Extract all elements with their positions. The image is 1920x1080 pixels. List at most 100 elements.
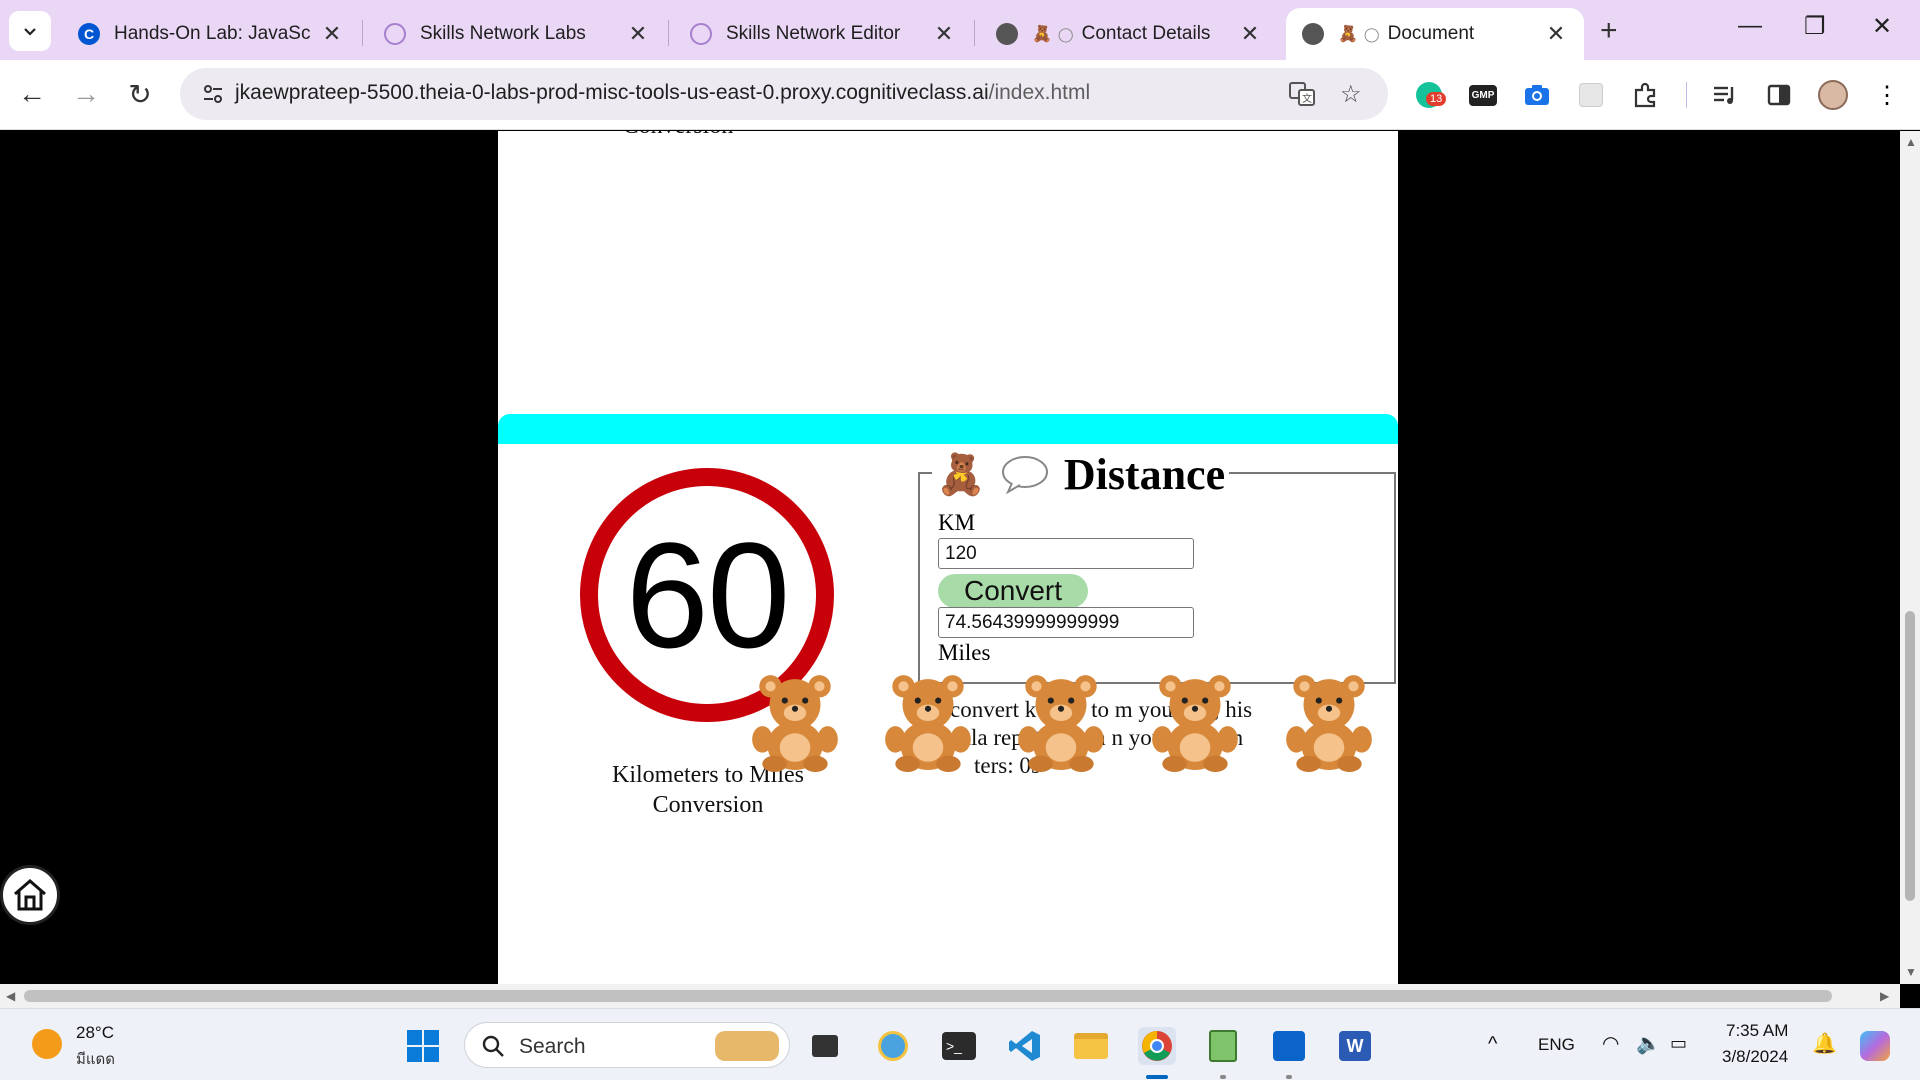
show-hidden-icons-chevron-icon[interactable]: ^ [1488,1033,1497,1056]
miles-label: Miles [938,640,991,665]
weather-sun-icon[interactable] [32,1029,62,1059]
vertical-scrollbar[interactable]: ▲ ▼ [1900,131,1920,984]
weather-temperature[interactable]: 28°C [76,1023,114,1043]
camera-extension-icon[interactable] [1522,80,1552,110]
windows-logo-icon [407,1030,439,1062]
taskbar-search[interactable]: Search [464,1022,790,1068]
copilot-icon[interactable] [1856,1027,1894,1065]
scroll-left-arrow-icon[interactable]: ◀ [6,989,15,1003]
tab-hands-on-lab[interactable]: C Hands-On Lab: JavaScript ✕ [62,8,360,60]
start-button[interactable] [404,1027,442,1065]
file-explorer-icon[interactable] [1072,1027,1110,1065]
back-button[interactable]: ← [14,78,50,110]
terminal-app-icon[interactable]: >_ [940,1027,978,1065]
globe-icon [1302,23,1324,45]
close-window-button[interactable]: ✕ [1872,12,1892,41]
page-viewport: Conversion 60 Kilometers to Miles Conver… [0,131,1900,984]
scroll-down-arrow-icon[interactable]: ▼ [1905,965,1917,979]
close-tab-icon[interactable]: ✕ [320,21,344,47]
card-caption: Conversion [508,131,848,141]
tab-divider [668,20,669,46]
caption-line-2: Conversion [652,792,764,818]
address-bar[interactable]: jkaewprateep-5500.theia-0-labs-prod-misc… [180,68,1388,120]
extension-grey-icon[interactable] [1576,80,1606,110]
fieldset-legend: 🧸 Distance [932,444,1230,504]
url-path: /index.html [988,81,1091,104]
notepad-app-icon[interactable] [1204,1027,1242,1065]
battery-icon[interactable]: ▭ [1670,1033,1687,1054]
globe-icon [996,23,1018,45]
tab-search-button[interactable] [9,11,51,51]
tab-title: Skills Network Labs [420,23,586,44]
tab-skills-network-labs[interactable]: Skills Network Labs ✕ [368,8,666,60]
url-host: jkaewprateep-5500.theia-0-labs-prod-misc… [235,81,989,104]
clock-date[interactable]: 3/8/2024 [1722,1047,1788,1067]
tab-contact-details[interactable]: 🧸 ◯ Contact Details ✕ [980,8,1278,60]
home-icon [14,879,46,911]
outlook-app-icon[interactable] [1270,1027,1308,1065]
vertical-scroll-thumb[interactable] [1905,611,1915,901]
url-text[interactable]: jkaewprateep-5500.theia-0-labs-prod-misc… [235,81,1090,105]
teddy-bear-icon [752,675,838,772]
wifi-icon[interactable]: ◠ [1602,1031,1619,1056]
extensions-puzzle-icon[interactable] [1630,80,1660,110]
paint-app-icon[interactable] [874,1027,912,1065]
tab-title: Hands-On Lab: JavaScript [114,23,310,44]
tab-divider [974,20,975,46]
search-icon [482,1035,504,1057]
km-input[interactable] [938,538,1194,569]
tab-skills-network-editor[interactable]: Skills Network Editor ✕ [674,8,972,60]
scroll-right-arrow-icon[interactable]: ▶ [1880,989,1889,1003]
card-header-bar [498,414,1398,444]
minimize-button[interactable]: — [1738,12,1762,40]
word-app-icon[interactable]: W [1336,1027,1374,1065]
volume-icon[interactable]: 🔈 [1636,1031,1661,1056]
close-tab-icon[interactable]: ✕ [932,21,956,47]
horizontal-scroll-thumb[interactable] [24,990,1832,1002]
weather-description[interactable]: มีแดด [76,1047,115,1071]
close-tab-icon[interactable]: ✕ [1238,21,1262,47]
close-tab-icon[interactable]: ✕ [1544,21,1568,47]
input-language[interactable]: ENG [1538,1035,1575,1055]
teddy-bear-icon: 🧸 [936,452,986,497]
teddy-bear-icon [1018,675,1104,772]
translate-icon[interactable]: 文 [1288,80,1316,115]
media-controls-icon[interactable] [1710,80,1740,110]
site-settings-icon[interactable] [200,81,226,107]
clock-time[interactable]: 7:35 AM [1726,1021,1788,1041]
restore-button[interactable]: ❐ [1804,12,1826,41]
search-placeholder: Search [519,1035,586,1058]
convert-button[interactable]: Convert [938,574,1088,608]
outlook-running-indicator [1286,1075,1292,1079]
chrome-app-icon[interactable] [1138,1027,1176,1065]
notification-bell-icon[interactable]: 🔔 [1812,1031,1837,1056]
scroll-up-arrow-icon[interactable]: ▲ [1905,135,1917,149]
bookmark-star-icon[interactable]: ☆ [1340,80,1362,109]
close-tab-icon[interactable]: ✕ [626,21,650,47]
skills-network-icon [384,23,406,45]
speed-limit-value: 60 [625,510,791,679]
teddy-bear-icon [885,675,971,772]
side-panel-icon[interactable] [1764,80,1794,110]
browser-menu-icon[interactable]: ⋮ [1872,80,1902,110]
extension-grammar-icon[interactable]: 13 [1414,80,1447,110]
reload-button[interactable]: ↻ [122,78,158,111]
chrome-active-indicator [1146,1075,1168,1079]
toolbar-divider [1686,82,1687,108]
profile-avatar[interactable] [1818,80,1848,110]
forward-button[interactable]: → [68,78,104,110]
grey-square-icon [1579,83,1603,107]
home-button[interactable] [0,865,60,925]
extension-gmp-icon[interactable]: GMP [1468,80,1498,110]
new-tab-button[interactable]: + [1600,14,1618,48]
speech-bubble-icon [1001,456,1048,494]
avatar-icon [1818,80,1848,110]
vscode-app-icon[interactable] [1006,1027,1044,1065]
task-view-icon[interactable] [806,1027,844,1065]
horizontal-scrollbar[interactable]: ◀ ▶ [0,984,1900,1008]
miles-output[interactable] [938,607,1194,638]
teddy-bear-icon [1286,675,1372,772]
bear-emoji-icon: 🧸 [1032,26,1052,43]
browser-toolbar: ← → ↻ jkaewprateep-5500.theia-0-labs-pro… [0,60,1920,130]
tab-document[interactable]: 🧸 ◯ Document ✕ [1286,8,1584,60]
